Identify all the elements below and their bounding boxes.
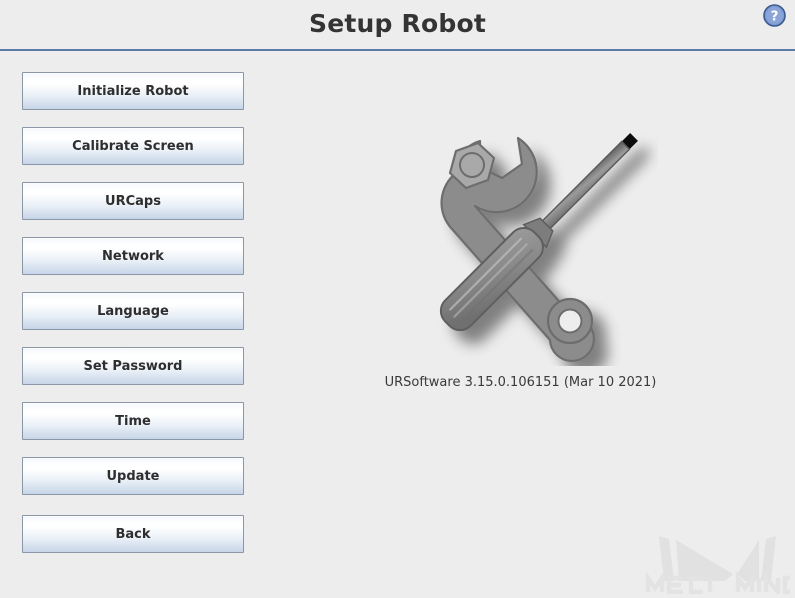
set-password-button[interactable]: Set Password xyxy=(22,347,244,385)
calibrate-screen-button[interactable]: Calibrate Screen xyxy=(22,127,244,165)
network-button[interactable]: Network xyxy=(22,237,244,275)
page-title: Setup Robot xyxy=(309,9,486,38)
wrench-and-screwdriver-icon xyxy=(398,121,658,366)
back-button[interactable]: Back xyxy=(22,515,244,553)
initialize-robot-button[interactable]: Initialize Robot xyxy=(22,72,244,110)
urcaps-button[interactable]: URCaps xyxy=(22,182,244,220)
setup-menu-button-column: Initialize Robot Calibrate Screen URCaps… xyxy=(22,72,244,570)
main-content-panel: URSoftware 3.15.0.106151 (Mar 10 2021) xyxy=(258,53,795,598)
software-version-label: URSoftware 3.15.0.106151 (Mar 10 2021) xyxy=(384,375,657,390)
svg-text:?: ? xyxy=(771,9,779,25)
page-header: Setup Robot ? xyxy=(0,0,795,51)
help-question-icon[interactable]: ? xyxy=(762,3,787,28)
tools-illustration-svg xyxy=(439,133,638,363)
time-button[interactable]: Time xyxy=(22,402,244,440)
language-button[interactable]: Language xyxy=(22,292,244,330)
help-question-icon-svg: ? xyxy=(763,4,786,27)
update-button[interactable]: Update xyxy=(22,457,244,495)
